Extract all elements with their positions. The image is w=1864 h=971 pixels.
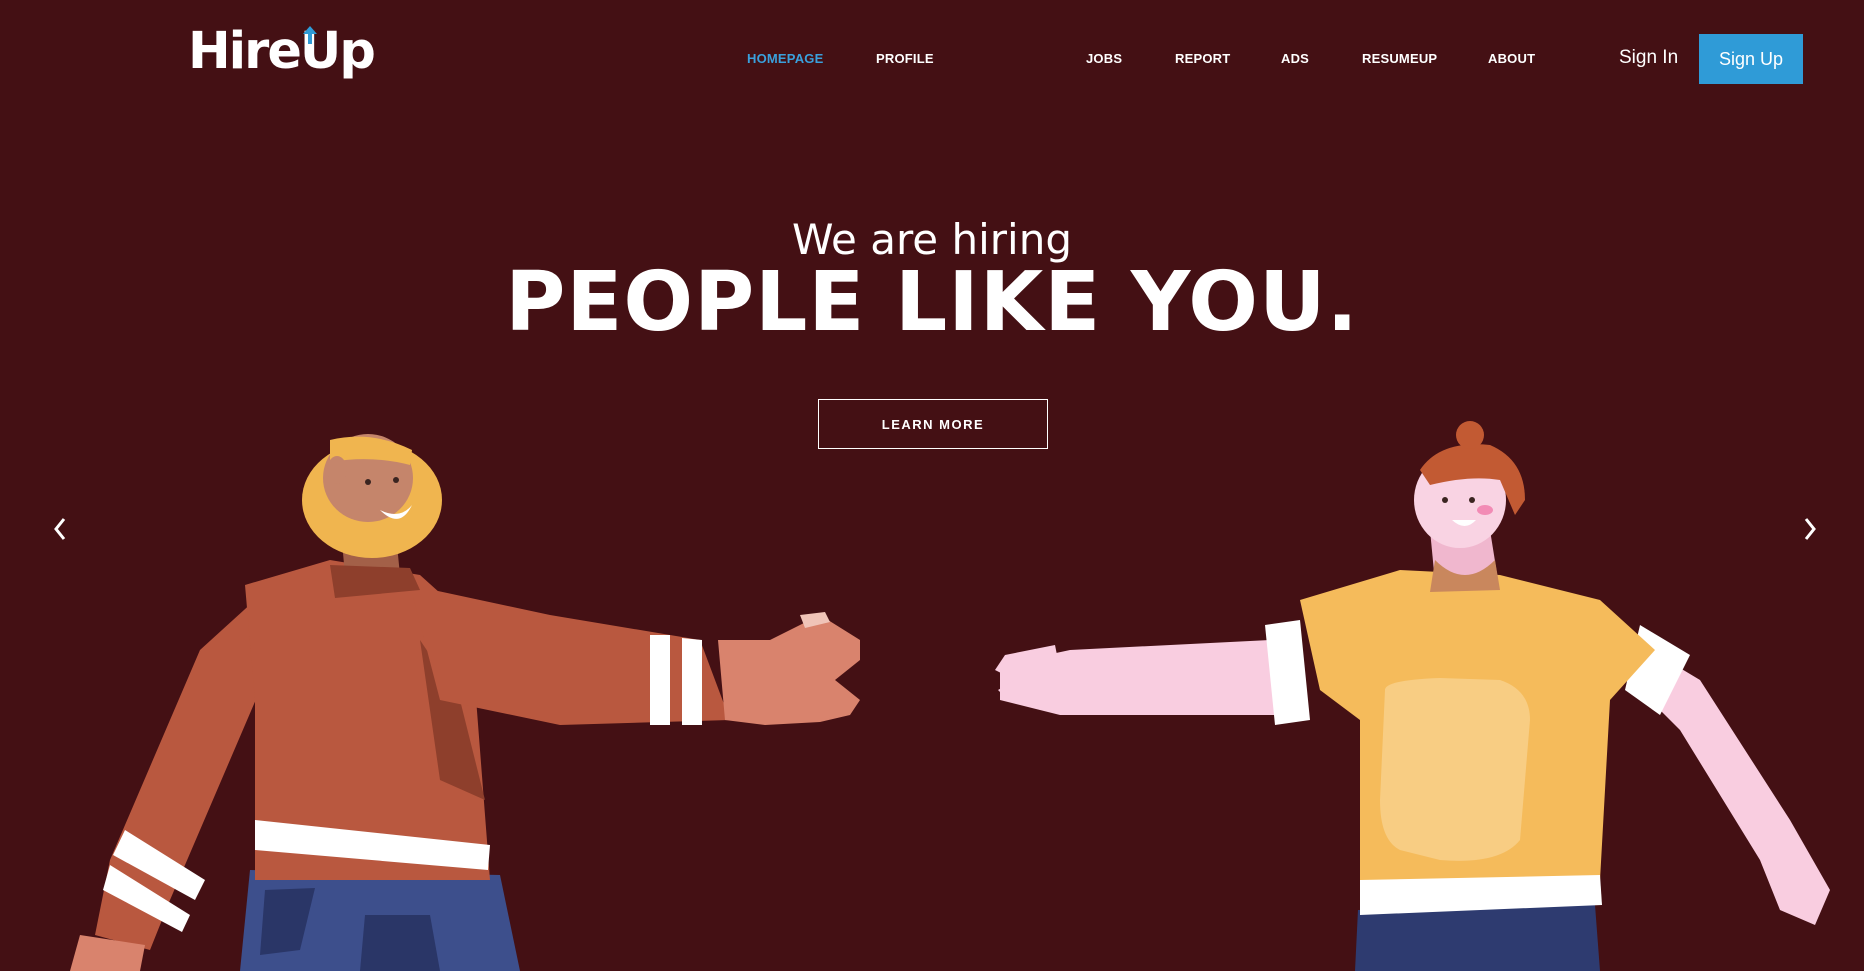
hero-illustration <box>70 421 1830 971</box>
man-figure <box>70 434 860 971</box>
chevron-right-icon[interactable] <box>1800 514 1820 544</box>
woman-figure <box>995 421 1830 971</box>
chevron-left-icon[interactable] <box>50 514 70 544</box>
